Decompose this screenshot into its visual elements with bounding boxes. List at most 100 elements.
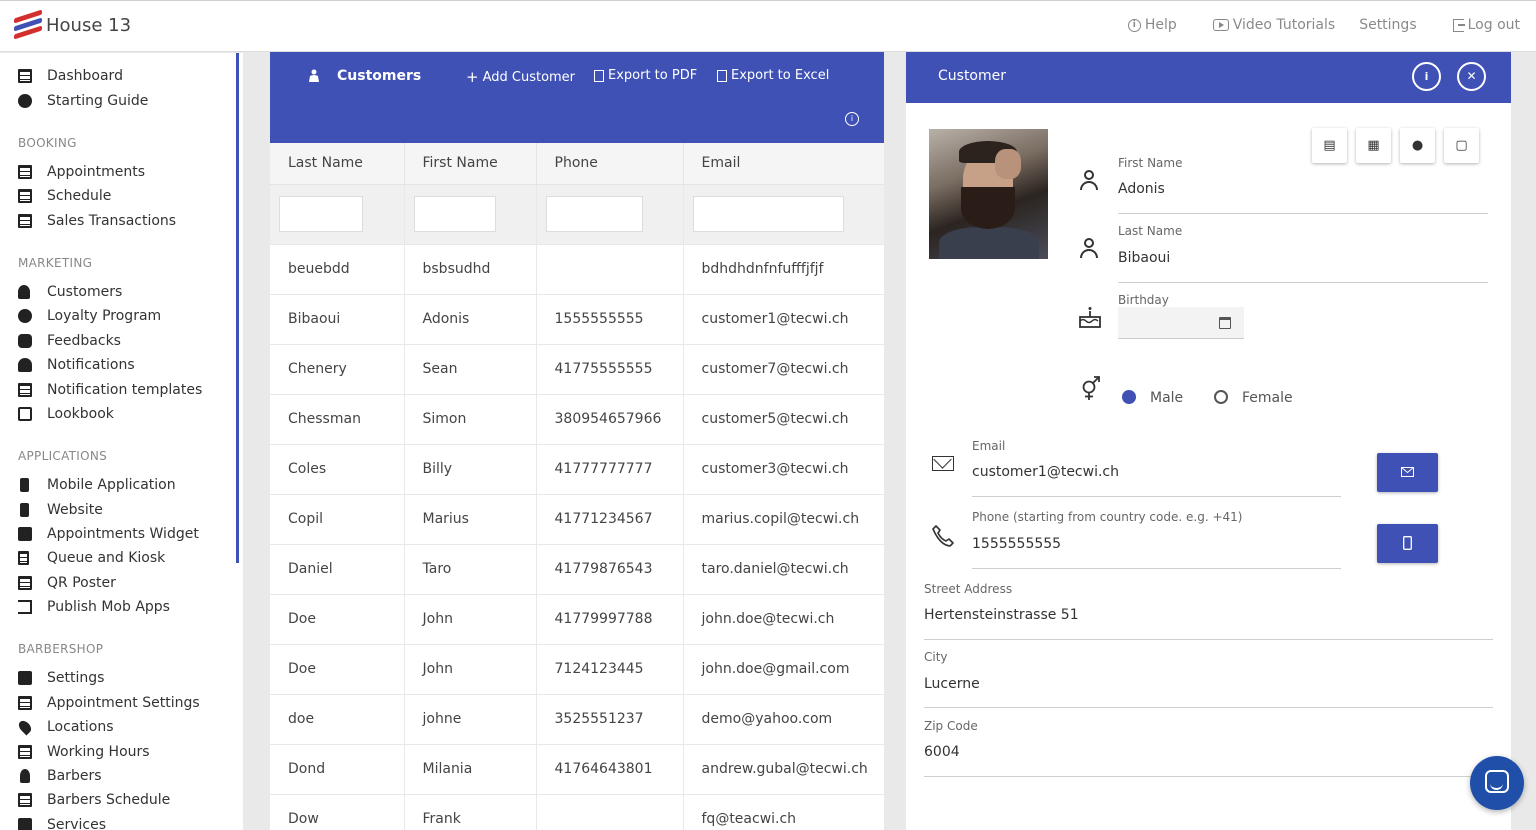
- cell-phone: 41779876543: [536, 544, 684, 595]
- gender-female-label[interactable]: Female: [1242, 390, 1293, 406]
- birthday-input[interactable]: [1118, 307, 1244, 339]
- cell-first-name: bsbsudhd: [404, 244, 537, 295]
- mobile-icon: [1403, 536, 1412, 550]
- column-header-email[interactable]: Email: [683, 143, 884, 185]
- calendar-icon[interactable]: [1219, 317, 1231, 329]
- gender-male-radio[interactable]: [1122, 390, 1136, 404]
- phone-field[interactable]: 1555555555: [972, 536, 1061, 552]
- filter-last-name-input[interactable]: [279, 196, 363, 232]
- gender-female-radio[interactable]: [1214, 390, 1228, 404]
- sidebar-item-locations[interactable]: Locations: [16, 717, 114, 737]
- tool-button-calendar[interactable]: ▦: [1356, 128, 1391, 163]
- sidebar-item-settings[interactable]: Settings: [18, 668, 104, 688]
- add-customer-button[interactable]: + Add Customer: [466, 68, 575, 86]
- sidebar-item-mobile-application[interactable]: Mobile Application: [18, 475, 176, 495]
- sidebar-item-working-hours[interactable]: Working Hours: [18, 742, 150, 762]
- cell-last-name: doe: [270, 694, 405, 745]
- logout-link[interactable]: Log out: [1452, 17, 1520, 33]
- export-excel-button[interactable]: Export to Excel: [717, 68, 829, 83]
- cell-email: customer1@tecwi.ch: [683, 294, 884, 345]
- table-row[interactable]: Chessman Simon 380954657966 customer5@tecwi…: [270, 394, 884, 445]
- last-name-field[interactable]: Bibaoui: [1118, 250, 1170, 266]
- sidebar-item-barbers-schedule[interactable]: Barbers Schedule: [18, 790, 170, 810]
- gender-icon: [1082, 376, 1100, 400]
- cell-last-name: Copil: [270, 494, 405, 545]
- cell-phone: 41777777777: [536, 444, 684, 495]
- table-row[interactable]: Coles Billy 41777777777 customer3@tecwi.ch: [270, 444, 884, 495]
- zip-field[interactable]: 6004: [924, 744, 960, 760]
- table-row[interactable]: Daniel Taro 41779876543 taro.daniel@tecwi.c…: [270, 544, 884, 595]
- table-row[interactable]: Bibaoui Adonis 1555555555 customer1@tecwi.c…: [270, 294, 884, 345]
- email-label: Email: [972, 439, 1006, 453]
- cell-last-name: Doe: [270, 594, 405, 645]
- table-row[interactable]: Copil Marius 41771234567 marius.copil@tecwi…: [270, 494, 884, 545]
- section-applications: APPLICATIONS: [18, 449, 108, 463]
- table-row[interactable]: beuebdd bsbsudhd bdhdhdnfnfufffjfjf: [270, 244, 884, 295]
- help-link[interactable]: i Help: [1127, 17, 1177, 33]
- cell-email: demo@yahoo.com: [683, 694, 884, 745]
- sidebar-item-loyalty-program[interactable]: Loyalty Program: [18, 306, 161, 326]
- sidebar-item-website[interactable]: Website: [18, 500, 103, 520]
- gender-male-label[interactable]: Male: [1150, 390, 1183, 406]
- column-header-first-name[interactable]: First Name: [404, 143, 537, 185]
- tool-button-1[interactable]: ▤: [1312, 128, 1347, 163]
- sidebar-item-label: Sales Transactions: [47, 213, 177, 229]
- first-name-field[interactable]: Adonis: [1118, 181, 1165, 197]
- sidebar-item-customers[interactable]: Customers: [18, 282, 122, 302]
- sidebar-item-appointment-settings[interactable]: Appointment Settings: [18, 693, 200, 713]
- sidebar-item-qr-poster[interactable]: QR Poster: [18, 573, 116, 593]
- sidebar-item-lookbook[interactable]: Lookbook: [18, 404, 114, 424]
- email-field[interactable]: customer1@tecwi.ch: [972, 464, 1119, 480]
- table-info-icon[interactable]: i: [845, 112, 859, 126]
- send-sms-button[interactable]: [1377, 524, 1438, 563]
- sidebar-item-queue-kiosk[interactable]: Queue and Kiosk: [18, 548, 165, 568]
- customers-panel-header: Customers + Add Customer Export to PDF Ex…: [270, 52, 884, 143]
- sidebar-scrollbar[interactable]: [236, 53, 239, 563]
- sidebar-item-publish-mob-apps[interactable]: Publish Mob Apps: [18, 597, 170, 617]
- sidebar-item-appointments-widget[interactable]: Appointments Widget: [18, 524, 199, 544]
- info-button[interactable]: i: [1412, 62, 1441, 91]
- sidebar-item-notification-templates[interactable]: Notification templates: [18, 380, 202, 400]
- calendar-icon: ▦: [1367, 138, 1380, 153]
- customer-photo[interactable]: [929, 129, 1048, 259]
- cell-first-name: Adonis: [404, 294, 537, 345]
- video-tutorials-link[interactable]: Video Tutorials: [1212, 17, 1335, 33]
- app-title[interactable]: House 13: [46, 15, 131, 36]
- table-row[interactable]: Doe John 41779997788 john.doe@tecwi.ch: [270, 594, 884, 645]
- cell-email: john.doe@tecwi.ch: [683, 594, 884, 645]
- sidebar-item-services[interactable]: Services: [18, 815, 106, 830]
- sidebar-item-appointments[interactable]: Appointments: [18, 162, 145, 182]
- sidebar-item-notifications[interactable]: Notifications: [18, 355, 135, 375]
- settings-link[interactable]: Settings: [1359, 17, 1416, 33]
- loyalty-icon: [18, 309, 32, 323]
- table-row[interactable]: Dow Frank fq@teacwi.ch: [270, 794, 884, 830]
- house13-logo-icon[interactable]: [14, 9, 42, 40]
- sidebar-item-barbers[interactable]: Barbers: [18, 766, 102, 786]
- export-pdf-button[interactable]: Export to PDF: [594, 68, 697, 83]
- city-field[interactable]: Lucerne: [924, 676, 980, 692]
- tool-button-loyalty[interactable]: ●: [1400, 128, 1435, 163]
- logout-icon: [1452, 18, 1465, 32]
- sidebar-item-feedbacks[interactable]: Feedbacks: [18, 331, 121, 351]
- tool-button-note[interactable]: ▢: [1444, 128, 1479, 163]
- section-booking: BOOKING: [18, 136, 77, 150]
- table-row[interactable]: Doe John 7124123445 john.doe@gmail.com: [270, 644, 884, 695]
- table-row[interactable]: Dond Milania 41764643801 andrew.gubal@tecwi…: [270, 744, 884, 795]
- close-button[interactable]: ✕: [1457, 62, 1486, 91]
- sidebar-item-dashboard[interactable]: Dashboard: [18, 66, 123, 86]
- chat-launcher-button[interactable]: [1470, 756, 1524, 810]
- filter-phone-input[interactable]: [545, 196, 643, 232]
- street-field[interactable]: Hertensteinstrasse 51: [924, 607, 1079, 623]
- sidebar-item-starting-guide[interactable]: Starting Guide: [18, 91, 148, 111]
- send-email-button[interactable]: [1377, 453, 1438, 492]
- sidebar-item-label: Locations: [47, 719, 114, 735]
- filter-email-input[interactable]: [692, 196, 844, 232]
- table-row[interactable]: Chenery Sean 41775555555 customer7@tecwi.ch: [270, 344, 884, 395]
- sidebar-item-schedule[interactable]: Schedule: [18, 186, 111, 206]
- barber-icon: [20, 769, 30, 783]
- column-header-last-name[interactable]: Last Name: [270, 143, 405, 185]
- sidebar-item-sales-transactions[interactable]: Sales Transactions: [18, 211, 176, 231]
- column-header-phone[interactable]: Phone: [536, 143, 684, 185]
- table-row[interactable]: doe johne 3525551237 demo@yahoo.com: [270, 694, 884, 745]
- filter-first-name-input[interactable]: [413, 196, 496, 232]
